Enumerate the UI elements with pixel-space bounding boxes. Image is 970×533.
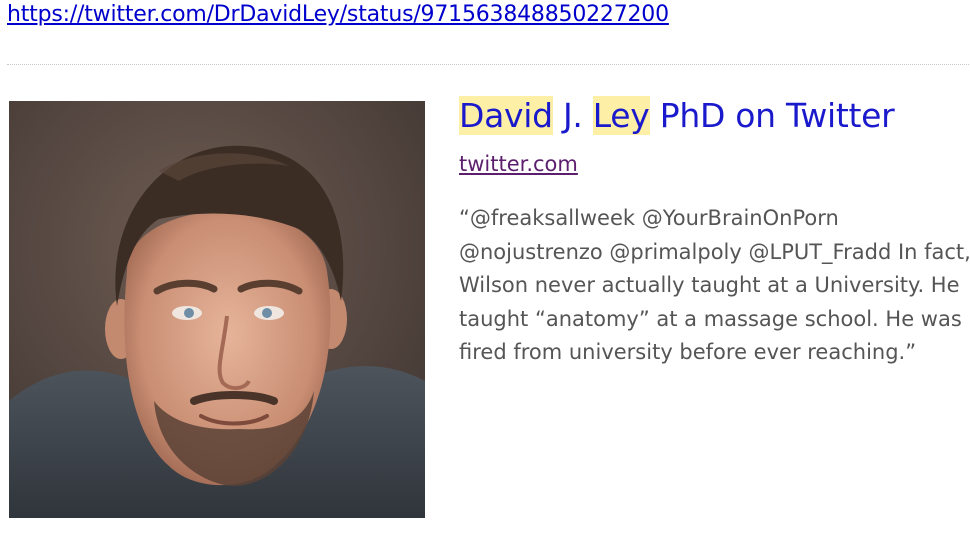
title-rest: PhD on Twitter	[649, 96, 895, 135]
card-source-link[interactable]: twitter.com	[459, 152, 578, 176]
title-middle: J.	[552, 96, 593, 135]
card-title-link[interactable]: David J. Ley PhD on Twitter	[459, 96, 895, 135]
title-highlight-first: David	[459, 96, 553, 135]
tweet-quote: “@freaksallweek @YourBrainOnPorn @nojust…	[459, 206, 970, 365]
profile-photo[interactable]	[9, 101, 425, 518]
title-highlight-last: Ley	[592, 96, 650, 135]
divider	[7, 64, 969, 65]
tweet-url-link[interactable]: https://twitter.com/DrDavidLey/status/97…	[7, 2, 669, 27]
